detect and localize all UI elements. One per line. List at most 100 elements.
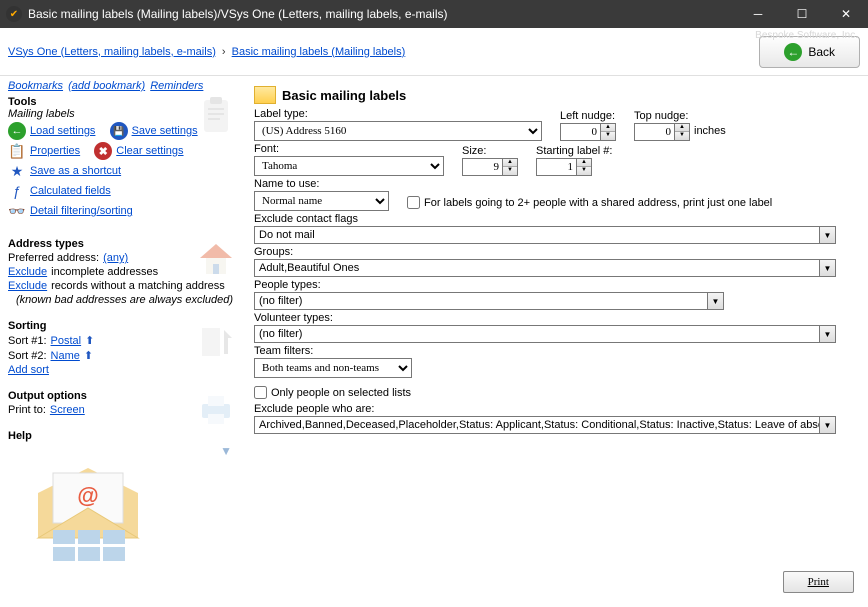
- properties-icon: 📋: [8, 142, 26, 160]
- selectedlists-checkbox[interactable]: [254, 386, 267, 399]
- sort-icon: [196, 320, 236, 360]
- printto-value[interactable]: Screen: [50, 404, 85, 416]
- filter-sort-link[interactable]: Detail filtering/sorting: [30, 205, 133, 217]
- size-input[interactable]: [462, 158, 502, 176]
- leftnudge-up[interactable]: ▲: [601, 124, 615, 132]
- font-label: Font:: [254, 143, 444, 155]
- teamfilters-label: Team filters:: [254, 345, 412, 357]
- properties-link[interactable]: Properties: [30, 145, 80, 157]
- teamfilters-select[interactable]: Both teams and non-teams: [254, 358, 412, 378]
- groups-dropdown-button[interactable]: ▼: [820, 259, 836, 277]
- printer-icon: [196, 390, 236, 430]
- topnudge-input[interactable]: [634, 123, 674, 141]
- voltypes-label: Volunteer types:: [254, 312, 858, 324]
- pref-addr-value[interactable]: (any): [103, 252, 128, 264]
- nametouse-label: Name to use:: [254, 178, 389, 190]
- clear-icon: ✖: [94, 142, 112, 160]
- sharedaddr-label: For labels going to 2+ people with a sha…: [424, 197, 772, 209]
- exclude-nomatch-link[interactable]: Exclude: [8, 280, 47, 292]
- size-label: Size:: [462, 145, 518, 157]
- calc-icon: ƒ: [8, 182, 26, 200]
- starting-input[interactable]: [536, 158, 576, 176]
- excludeflags-label: Exclude contact flags: [254, 213, 858, 225]
- sort1-label: Sort #1:: [8, 335, 47, 347]
- back-arrow-icon: ←: [784, 43, 802, 61]
- top-band: VSys One (Letters, mailing labels, e-mai…: [0, 28, 868, 76]
- excludepeople-dropdown-button[interactable]: ▼: [820, 416, 836, 434]
- size-up[interactable]: ▲: [503, 159, 517, 167]
- clear-settings-link[interactable]: Clear settings: [116, 145, 183, 157]
- excludeflags-dropdown-button[interactable]: ▼: [820, 226, 836, 244]
- close-button[interactable]: ✕: [824, 0, 868, 28]
- print-label: Print: [808, 576, 829, 588]
- window-title: Basic mailing labels (Mailing labels)/VS…: [28, 7, 736, 21]
- binoculars-icon: 👓: [8, 202, 26, 220]
- labels-icon: [254, 86, 276, 104]
- excludepeople-value[interactable]: Archived,Banned,Deceased,Placeholder,Sta…: [254, 416, 820, 434]
- sharedaddr-checkbox[interactable]: [407, 196, 420, 209]
- topnudge-unit: inches: [694, 125, 726, 139]
- save-settings-link[interactable]: Save settings: [132, 125, 198, 137]
- brand-label: Bespoke Software, Inc.: [755, 30, 858, 41]
- leftnudge-down[interactable]: ▼: [601, 132, 615, 140]
- selectedlists-label: Only people on selected lists: [271, 387, 411, 399]
- sort2-label: Sort #2:: [8, 350, 47, 362]
- incomplete-text: incomplete addresses: [51, 266, 158, 278]
- sort1-value[interactable]: Postal: [51, 335, 82, 347]
- titlebar: ✔ Basic mailing labels (Mailing labels)/…: [0, 0, 868, 28]
- address-note: (known bad addresses are always excluded…: [16, 294, 240, 306]
- sidebar: Tools Mailing labels ← Load settings 💾 S…: [0, 82, 248, 607]
- excludeflags-value[interactable]: Do not mail: [254, 226, 820, 244]
- house-icon: [196, 238, 236, 278]
- save-shortcut-link[interactable]: Save as a shortcut: [30, 165, 121, 177]
- form-header: Basic mailing labels: [282, 88, 406, 103]
- groups-label: Groups:: [254, 246, 858, 258]
- starting-up[interactable]: ▲: [577, 159, 591, 167]
- print-button[interactable]: Print: [783, 571, 854, 593]
- main-panel: Basic mailing labels Label type: (US) Ad…: [248, 82, 868, 607]
- topnudge-up[interactable]: ▲: [675, 124, 689, 132]
- svg-text:@: @: [77, 483, 98, 508]
- app-icon: ✔: [6, 6, 22, 22]
- breadcrumb: VSys One (Letters, mailing labels, e-mai…: [8, 46, 759, 58]
- labeltype-label: Label type:: [254, 108, 542, 120]
- starting-label: Starting label #:: [536, 145, 612, 157]
- envelope-art: @: [8, 448, 168, 568]
- topnudge-down[interactable]: ▼: [675, 132, 689, 140]
- load-settings-link[interactable]: Load settings: [30, 125, 95, 137]
- save-icon: 💾: [110, 122, 128, 140]
- nametouse-select[interactable]: Normal name: [254, 191, 389, 211]
- pref-addr-label: Preferred address:: [8, 252, 99, 264]
- excludepeople-label: Exclude people who are:: [254, 403, 858, 415]
- peopletypes-value[interactable]: (no filter): [254, 292, 708, 310]
- sort1-arrow-icon[interactable]: ⬆: [85, 334, 94, 347]
- sort2-value[interactable]: Name: [51, 350, 80, 362]
- peopletypes-dropdown-button[interactable]: ▼: [708, 292, 724, 310]
- starting-down[interactable]: ▼: [577, 167, 591, 175]
- size-down[interactable]: ▼: [503, 167, 517, 175]
- add-sort-link[interactable]: Add sort: [8, 364, 49, 376]
- clipboard-icon: [196, 96, 236, 136]
- minimize-button[interactable]: ─: [736, 0, 780, 28]
- exclude-incomplete-link[interactable]: Exclude: [8, 266, 47, 278]
- voltypes-value[interactable]: (no filter): [254, 325, 820, 343]
- help-chevron-icon[interactable]: ▼: [220, 444, 232, 458]
- leftnudge-label: Left nudge:: [560, 110, 616, 122]
- breadcrumb-current[interactable]: Basic mailing labels (Mailing labels): [232, 46, 406, 58]
- help-title: Help: [8, 430, 240, 442]
- maximize-button[interactable]: ☐: [780, 0, 824, 28]
- shortcut-icon: ★: [8, 162, 26, 180]
- sort2-arrow-icon[interactable]: ⬆: [84, 349, 93, 362]
- load-icon: ←: [8, 122, 26, 140]
- voltypes-dropdown-button[interactable]: ▼: [820, 325, 836, 343]
- font-select[interactable]: Tahoma: [254, 156, 444, 176]
- groups-value[interactable]: Adult,Beautiful Ones: [254, 259, 820, 277]
- labeltype-select[interactable]: (US) Address 5160: [254, 121, 542, 141]
- breadcrumb-root[interactable]: VSys One (Letters, mailing labels, e-mai…: [8, 46, 216, 58]
- topnudge-label: Top nudge:: [634, 110, 726, 122]
- leftnudge-input[interactable]: [560, 123, 600, 141]
- printto-label: Print to:: [8, 404, 46, 416]
- nomatch-text: records without a matching address: [51, 280, 225, 292]
- back-label: Back: [808, 45, 835, 59]
- calc-fields-link[interactable]: Calculated fields: [30, 185, 111, 197]
